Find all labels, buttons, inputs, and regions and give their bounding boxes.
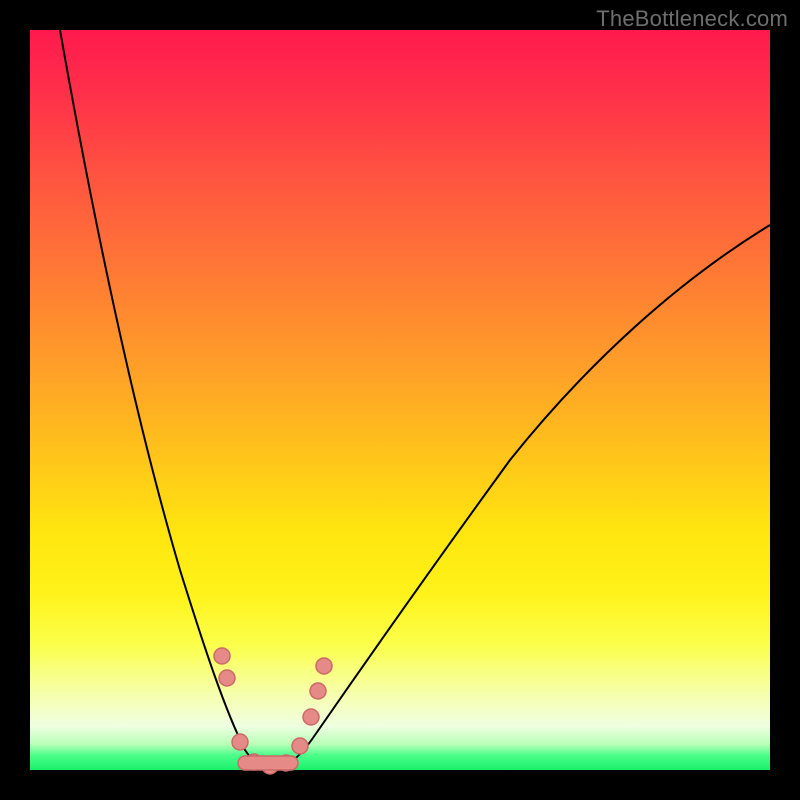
- plot-area: [30, 30, 770, 770]
- marker-dot: [214, 648, 230, 664]
- watermark-text: TheBottleneck.com: [596, 6, 788, 32]
- marker-dot: [310, 683, 326, 699]
- marker-dot: [219, 670, 235, 686]
- marker-dot: [316, 658, 332, 674]
- marker-dot: [292, 738, 308, 754]
- marker-dot: [303, 709, 319, 725]
- optimum-markers: [214, 648, 332, 774]
- curve-layer: [30, 30, 770, 770]
- bottleneck-curve-right: [270, 225, 770, 769]
- marker-dot: [232, 734, 248, 750]
- marker-bar: [238, 756, 298, 770]
- bottleneck-curve-left: [60, 30, 270, 769]
- chart-frame: TheBottleneck.com: [0, 0, 800, 800]
